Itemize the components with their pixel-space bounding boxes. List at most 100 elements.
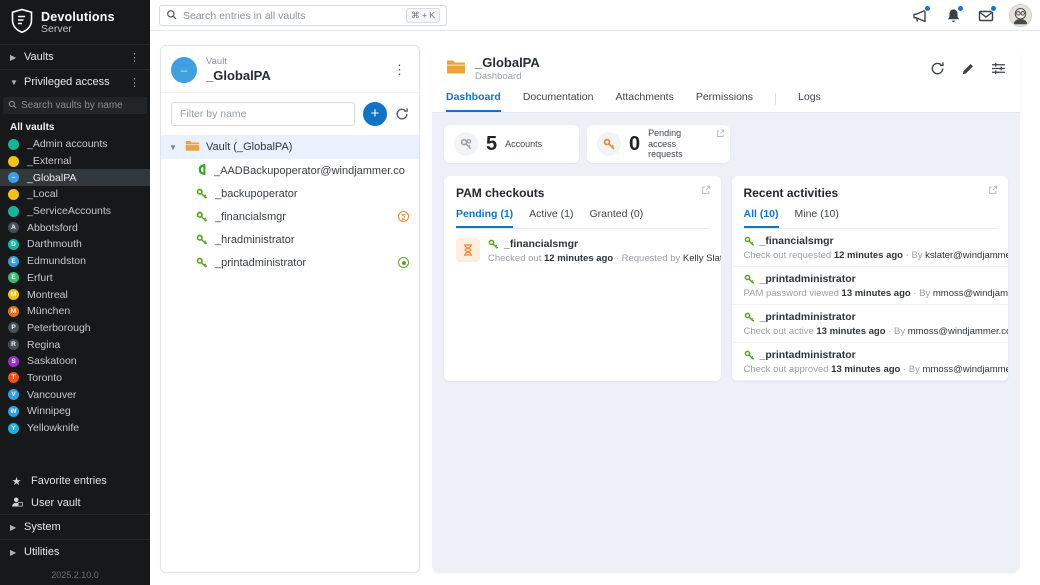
sidebar-item-toronto[interactable]: TToronto: [0, 370, 150, 387]
sidebar-item-serviceaccounts[interactable]: _ServiceAccounts: [0, 203, 150, 220]
refresh-icon[interactable]: [930, 61, 945, 76]
sidebar-item-yellowknife[interactable]: YYellowknife: [0, 420, 150, 437]
pending-requests-label: Pending access requests: [648, 128, 710, 159]
messages-icon[interactable]: [976, 6, 996, 26]
kebab-menu-icon[interactable]: ⋮: [127, 51, 142, 64]
dashboard-title: _GlobalPA: [475, 55, 540, 70]
vault-avatar: E: [8, 272, 19, 283]
sidebar-item-munchen[interactable]: MMünchen: [0, 303, 150, 320]
accounts-label: Accounts: [505, 139, 542, 149]
settings-sliders-icon[interactable]: [991, 62, 1006, 75]
activity-item[interactable]: _printadministrator PAM password viewed …: [732, 267, 1009, 305]
kebab-menu-icon[interactable]: ⋮: [127, 76, 142, 89]
sidebar-item-edmundston[interactable]: EEdmundston: [0, 253, 150, 270]
sidebar-item-external[interactable]: _External: [0, 153, 150, 170]
sidebar-item-globalpa[interactable]: –_GlobalPA: [0, 169, 150, 186]
keys-icon: [454, 132, 478, 156]
pam-tab-pending[interactable]: Pending (1): [456, 208, 513, 228]
tab-permissions[interactable]: Permissions: [696, 91, 753, 112]
tree-entry-financialsmgr[interactable]: _financialsmgr: [161, 205, 419, 228]
activity-list[interactable]: _financialsmgr Check out requested 12 mi…: [732, 229, 1009, 381]
vault-avatar: E: [8, 256, 19, 267]
vault-search-input[interactable]: [21, 100, 142, 111]
sidebar-item-darthmouth[interactable]: DDarthmouth: [0, 236, 150, 253]
tree-entry-aadbackupoperator[interactable]: _AADBackupoperator@windjammer.co: [161, 159, 419, 182]
sidebar-section-vaults[interactable]: ▶ Vaults ⋮: [0, 44, 150, 69]
sidebar-item-local[interactable]: _Local: [0, 186, 150, 203]
sidebar-section-utilities[interactable]: ▶ Utilities: [0, 539, 150, 564]
recent-tab-mine[interactable]: Mine (10): [795, 208, 839, 228]
sidebar-item-abbotsford[interactable]: AAbbotsford: [0, 219, 150, 236]
topbar: ⌘ + K: [150, 0, 1040, 31]
pending-requests-summary-card[interactable]: 0 Pending access requests: [587, 125, 730, 163]
key-icon: [196, 257, 208, 269]
pam-item-meta: Checked out 12 minutes ago · Requested b…: [488, 253, 721, 264]
tree-entry-printadministrator[interactable]: _printadministrator: [161, 251, 419, 274]
key-icon: [488, 239, 499, 250]
sidebar-item-montreal[interactable]: MMontreal: [0, 286, 150, 303]
vault-avatar: M: [8, 306, 19, 317]
vault-avatar: [8, 139, 19, 150]
activity-item[interactable]: _financialsmgr Check out requested 12 mi…: [732, 229, 1009, 267]
announcements-icon[interactable]: [910, 6, 930, 26]
sidebar-item-vancouver[interactable]: VVancouver: [0, 386, 150, 403]
key-icon: [744, 274, 755, 285]
pam-checkouts-card: PAM checkouts Pending (1) Active (1) Gra…: [444, 176, 721, 381]
sidebar-item-favorite-entries[interactable]: ★ Favorite entries: [0, 470, 150, 492]
tree-entry-hradministrator[interactable]: _hradministrator: [161, 228, 419, 251]
sidebar-item-regina[interactable]: RRegina: [0, 336, 150, 353]
tab-logs[interactable]: Logs: [798, 91, 821, 112]
chevron-right-icon: ▶: [10, 523, 24, 532]
tab-dashboard[interactable]: Dashboard: [446, 91, 501, 112]
sidebar-item-winnipeg[interactable]: WWinnipeg: [0, 403, 150, 420]
user-avatar[interactable]: [1009, 4, 1032, 27]
activity-item[interactable]: _printadministrator Check out active 13 …: [732, 305, 1009, 343]
activity-item[interactable]: _printadministrator Check out approved 1…: [732, 343, 1009, 381]
checkout-active-status-icon: [398, 257, 409, 268]
refresh-icon[interactable]: [395, 107, 409, 121]
sidebar-item-user-vault[interactable]: User vault: [0, 492, 150, 514]
key-icon: [196, 211, 208, 223]
recent-tab-all[interactable]: All (10): [744, 208, 779, 228]
sidebar-section-system[interactable]: ▶ System: [0, 514, 150, 539]
external-link-icon[interactable]: [716, 129, 725, 138]
search-icon: [166, 7, 177, 25]
pam-checkouts-title: PAM checkouts: [456, 186, 709, 200]
sidebar-item-erfurt[interactable]: EErfurt: [0, 270, 150, 287]
checkout-pending-status-icon: [398, 211, 409, 222]
add-entry-button[interactable]: +: [363, 102, 387, 126]
global-search-input[interactable]: [183, 10, 400, 22]
app-logo[interactable]: Devolutions Server: [0, 0, 150, 44]
notifications-bell-icon[interactable]: [943, 6, 963, 26]
keyboard-shortcut-badge: ⌘ + K: [406, 8, 440, 23]
sidebar-search[interactable]: [3, 97, 147, 114]
kebab-menu-icon[interactable]: ⋮: [390, 62, 409, 78]
key-icon: [196, 188, 208, 200]
pam-tab-granted[interactable]: Granted (0): [590, 208, 644, 228]
tree-entry-backupoperator[interactable]: _backupoperator: [161, 182, 419, 205]
external-link-icon[interactable]: [988, 185, 998, 195]
pam-checkout-item[interactable]: _financialsmgr Checked out 12 minutes ag…: [444, 229, 721, 273]
sidebar: Devolutions Server ▶ Vaults ⋮ ▼ Privileg…: [0, 0, 150, 585]
global-search[interactable]: ⌘ + K: [159, 5, 447, 26]
folder-icon: [446, 58, 466, 80]
accounts-summary-card[interactable]: 5 Accounts: [444, 125, 579, 163]
tree-root-vault[interactable]: ▼ Vault (_GlobalPA): [161, 135, 419, 159]
orange-key-icon: [597, 132, 621, 156]
vaults-section-label: Vaults: [24, 51, 127, 63]
privileged-access-label: Privileged access: [24, 76, 127, 88]
external-link-icon[interactable]: [701, 185, 711, 195]
tab-attachments[interactable]: Attachments: [615, 91, 673, 112]
pam-tab-active[interactable]: Active (1): [529, 208, 573, 228]
edit-pencil-icon[interactable]: [961, 62, 975, 76]
sidebar-item-admin-accounts[interactable]: _Admin accounts: [0, 136, 150, 153]
sidebar-item-saskatoon[interactable]: SSaskatoon: [0, 353, 150, 370]
filter-input[interactable]: [171, 102, 355, 126]
tab-documentation[interactable]: Documentation: [523, 91, 594, 112]
sidebar-item-peterborough[interactable]: PPeterborough: [0, 320, 150, 337]
vault-title: _GlobalPA: [206, 68, 271, 83]
vault-list: _Admin accounts _External –_GlobalPA _Lo…: [0, 136, 150, 436]
sidebar-section-privileged-access[interactable]: ▼ Privileged access ⋮: [0, 69, 150, 94]
vault-avatar: T: [8, 372, 19, 383]
azure-ad-entry-icon: [196, 163, 207, 179]
